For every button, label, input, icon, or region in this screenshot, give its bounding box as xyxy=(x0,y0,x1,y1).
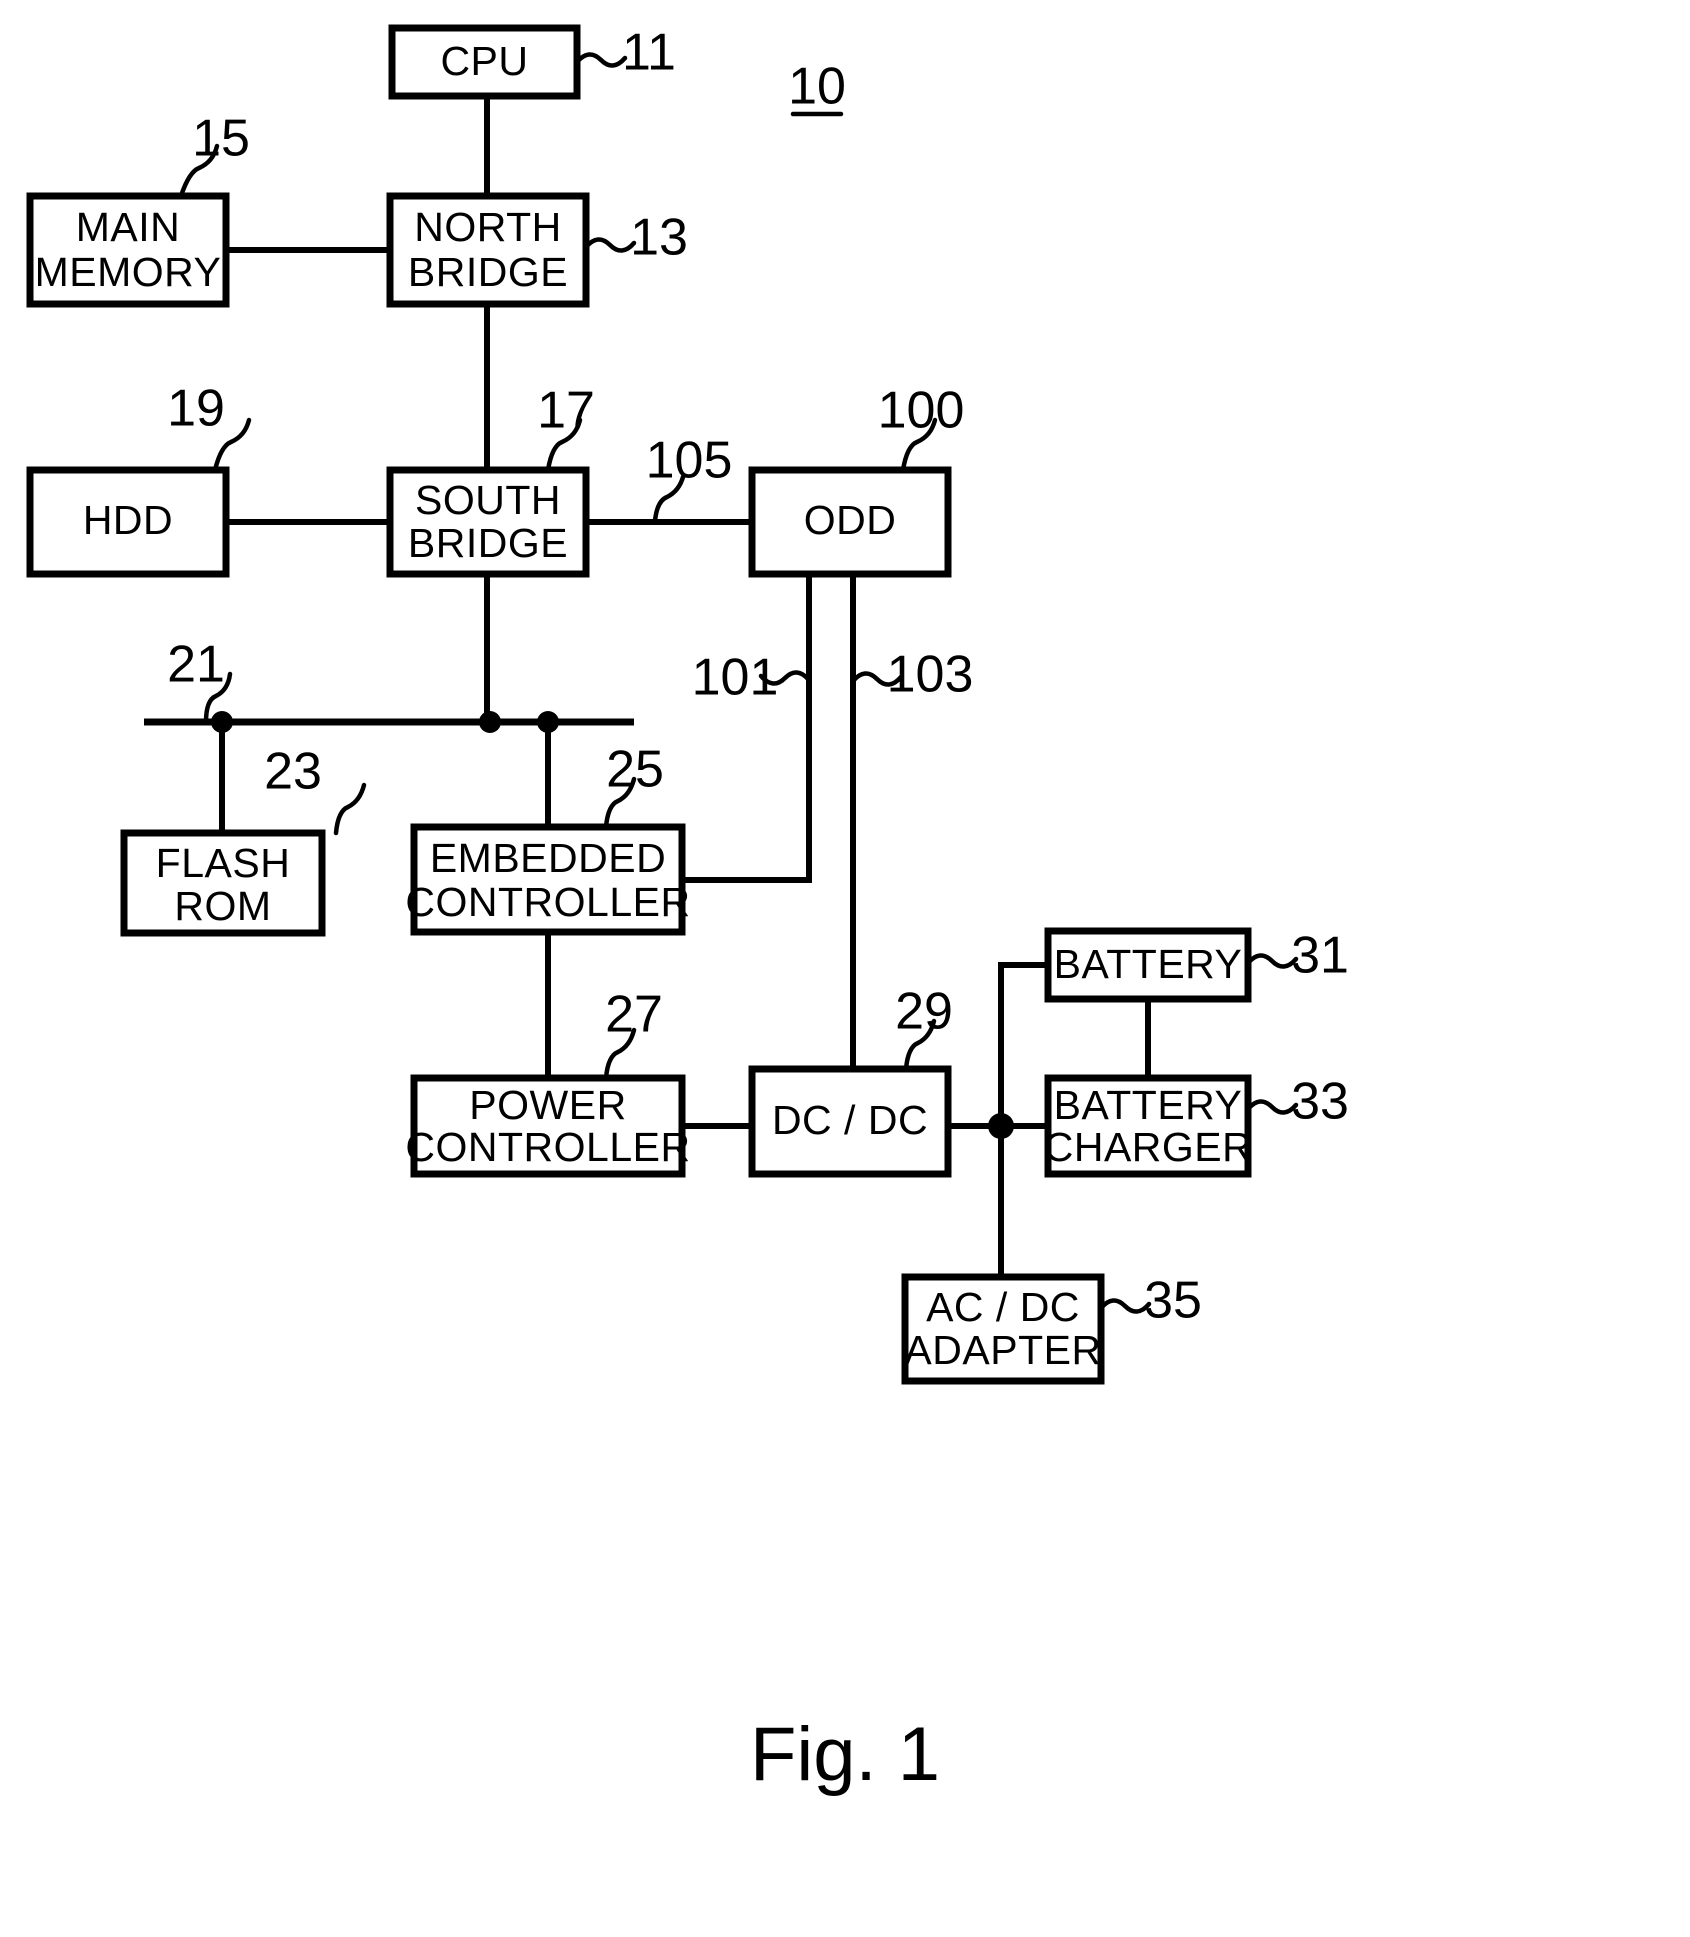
block-south-bridge-label-line1: SOUTH xyxy=(415,477,561,523)
block-power-controller-label-line2: CONTROLLER xyxy=(405,1124,690,1170)
ref-num-11: 11 xyxy=(622,24,676,82)
line-node-battery xyxy=(998,962,1048,1126)
block-main-memory[interactable]: MAIN MEMORY xyxy=(26,192,230,308)
block-diagram: CPU MAIN MEMORY NORTH BRIDGE HDD SOUTH B… xyxy=(26,24,1349,1797)
system-reference: 10 xyxy=(788,58,846,117)
block-power-controller-label-line1: POWER xyxy=(469,1082,626,1128)
ref-num-19: 19 xyxy=(167,380,225,438)
ref-num-25: 25 xyxy=(606,741,664,799)
block-main-memory-label-line2: MEMORY xyxy=(35,249,222,295)
block-cpu[interactable]: CPU xyxy=(388,24,581,100)
junction-dot-bus-southbridge xyxy=(479,711,501,733)
block-battery-label: BATTERY xyxy=(1054,941,1243,987)
block-ac-dc-adapter[interactable]: AC / DC ADAPTER xyxy=(901,1273,1105,1385)
block-north-bridge-label-line1: NORTH xyxy=(414,204,562,250)
block-odd-label: ODD xyxy=(804,497,897,543)
ref-num-21: 21 xyxy=(167,636,225,694)
block-battery-charger-label-line1: BATTERY xyxy=(1054,1082,1243,1128)
system-reference-number: 10 xyxy=(788,58,846,116)
block-cpu-label: CPU xyxy=(440,38,528,84)
ref-num-31: 31 xyxy=(1291,927,1349,985)
block-south-bridge-label-line2: BRIDGE xyxy=(408,520,568,566)
leader-35 xyxy=(1098,1298,1152,1314)
block-odd[interactable]: ODD xyxy=(748,466,952,578)
figure-caption: Fig. 1 xyxy=(750,1712,940,1797)
ref-num-15: 15 xyxy=(192,110,250,168)
block-flash-rom[interactable]: FLASH ROM xyxy=(120,829,326,937)
junction-dot-bus-flashrom xyxy=(211,711,233,733)
leader-23 xyxy=(333,782,367,836)
block-battery[interactable]: BATTERY xyxy=(1044,927,1252,1003)
ref-num-33: 33 xyxy=(1291,1073,1349,1131)
block-embedded-controller-label-line1: EMBEDDED xyxy=(430,835,666,881)
ref-num-27: 27 xyxy=(605,986,663,1044)
block-ac-dc-adapter-label-line1: AC / DC xyxy=(926,1284,1080,1330)
block-battery-charger-label-line2: CHARGER xyxy=(1044,1124,1253,1170)
ref-num-29: 29 xyxy=(895,983,953,1041)
block-north-bridge[interactable]: NORTH BRIDGE xyxy=(386,192,590,308)
ref-num-101: 101 xyxy=(692,649,779,707)
block-dc-dc-label: DC / DC xyxy=(772,1097,928,1143)
ref-num-105: 105 xyxy=(646,432,733,490)
leader-31 xyxy=(1245,953,1299,969)
leader-13 xyxy=(583,237,637,253)
block-ac-dc-adapter-label-line2: ADAPTER xyxy=(904,1327,1101,1373)
block-embedded-controller[interactable]: EMBEDDED CONTROLLER xyxy=(405,823,690,936)
ref-num-103: 103 xyxy=(887,646,974,704)
ref-num-17: 17 xyxy=(537,382,595,440)
junction-dot-power-node xyxy=(988,1113,1014,1139)
block-south-bridge[interactable]: SOUTH BRIDGE xyxy=(386,466,590,578)
leader-33 xyxy=(1245,1099,1299,1115)
ref-num-35: 35 xyxy=(1144,1272,1202,1330)
ref-num-13: 13 xyxy=(630,209,688,267)
block-embedded-controller-label-line2: CONTROLLER xyxy=(405,879,690,925)
figure-page: CPU MAIN MEMORY NORTH BRIDGE HDD SOUTH B… xyxy=(0,0,1690,1937)
block-flash-rom-label-line2: ROM xyxy=(174,883,271,929)
block-north-bridge-label-line2: BRIDGE xyxy=(408,249,568,295)
block-flash-rom-label-line1: FLASH xyxy=(156,840,291,886)
block-hdd[interactable]: HDD xyxy=(26,466,230,578)
ref-num-100: 100 xyxy=(878,382,965,440)
block-power-controller[interactable]: POWER CONTROLLER xyxy=(405,1074,690,1178)
ref-num-23: 23 xyxy=(264,743,322,801)
block-dc-dc[interactable]: DC / DC xyxy=(748,1065,952,1178)
leader-11 xyxy=(574,52,628,68)
block-battery-charger[interactable]: BATTERY CHARGER xyxy=(1044,1074,1253,1178)
block-main-memory-label-line1: MAIN xyxy=(76,204,181,250)
line-odd-embeddedcontroller xyxy=(682,574,812,883)
block-hdd-label: HDD xyxy=(83,497,173,543)
junction-dot-bus-embeddedcontroller xyxy=(537,711,559,733)
